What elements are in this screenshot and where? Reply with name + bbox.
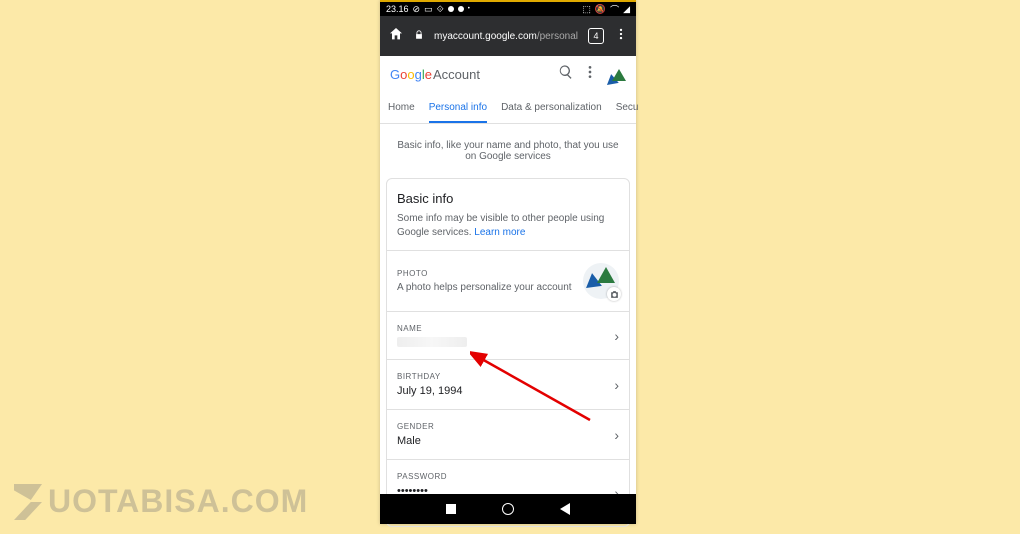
notif-dot-icon [458, 6, 464, 12]
row-photo[interactable]: PHOTO A photo helps personalize your acc… [387, 250, 629, 311]
name-value-redacted [397, 337, 467, 347]
tab-personal-info[interactable]: Personal info [429, 92, 487, 123]
card-title: Basic info [397, 191, 619, 206]
home-icon[interactable] [388, 26, 404, 47]
birthday-value: July 19, 1994 [397, 385, 614, 397]
back-button[interactable] [560, 503, 570, 515]
search-icon[interactable] [558, 64, 574, 85]
app-menu-icon[interactable] [582, 64, 598, 85]
tab-home[interactable]: Home [388, 92, 415, 123]
browser-menu-icon[interactable] [614, 27, 628, 46]
tab-security[interactable]: Secu [616, 92, 639, 123]
dnd-icon: ⊘ [413, 4, 421, 15]
mute-icon: 🔕 [595, 4, 606, 15]
yt-icon: ▭ [424, 4, 433, 15]
row-label: NAME [397, 324, 614, 333]
camera-icon [607, 287, 621, 301]
hotspot-icon: ⌒ [610, 3, 619, 16]
android-status-bar: 23.16 ⊘ ▭ ⟐ • ⬚ 🔕 ⌒ ◢ [380, 0, 636, 16]
row-label: PHOTO [397, 269, 583, 278]
tab-data-personalization[interactable]: Data & personalization [501, 92, 602, 123]
status-time: 23.16 [386, 4, 409, 14]
tab-bar: Home Personal info Data & personalizatio… [380, 92, 636, 124]
watermark: UOTABISA.COM [14, 483, 308, 520]
cast-icon: ⟐ [437, 4, 444, 15]
row-label: PASSWORD [397, 472, 614, 481]
learn-more-link[interactable]: Learn more [474, 227, 525, 238]
row-help: A photo helps personalize your account [397, 282, 583, 293]
browser-toolbar: myaccount.google.com/personal-inf 4 [380, 16, 636, 56]
page-intro: Basic info, like your name and photo, th… [380, 124, 636, 178]
url-bar[interactable]: myaccount.google.com/personal-inf [434, 31, 578, 42]
row-name[interactable]: NAME › [387, 311, 629, 359]
notif-dot-icon [448, 6, 454, 12]
tab-count-button[interactable]: 4 [588, 28, 604, 44]
profile-photo[interactable] [583, 263, 619, 299]
row-birthday[interactable]: BIRTHDAY July 19, 1994 › [387, 359, 629, 409]
gender-value: Male [397, 435, 614, 447]
avatar[interactable] [606, 64, 626, 84]
lock-icon [414, 27, 424, 45]
row-gender[interactable]: GENDER Male › [387, 409, 629, 459]
app-header: GoogleAccount [380, 56, 636, 92]
chevron-right-icon: › [614, 377, 619, 393]
basic-info-card: Basic info Some info may be visible to o… [386, 178, 630, 527]
row-label: GENDER [397, 422, 614, 431]
phone-frame: 23.16 ⊘ ▭ ⟐ • ⬚ 🔕 ⌒ ◢ myaccount.google.c… [380, 0, 636, 524]
chevron-right-icon: › [614, 328, 619, 344]
more-icon: • [468, 6, 470, 12]
card-subtitle: Some info may be visible to other people… [397, 212, 619, 240]
row-label: BIRTHDAY [397, 372, 614, 381]
signal-icon: ◢ [623, 4, 630, 15]
home-button[interactable] [502, 503, 514, 515]
chevron-right-icon: › [614, 427, 619, 443]
recents-button[interactable] [446, 504, 456, 514]
android-nav-bar [380, 494, 636, 524]
google-logo: GoogleAccount [390, 67, 480, 82]
vpn-icon: ⬚ [582, 4, 591, 15]
watermark-logo-icon [14, 484, 44, 520]
